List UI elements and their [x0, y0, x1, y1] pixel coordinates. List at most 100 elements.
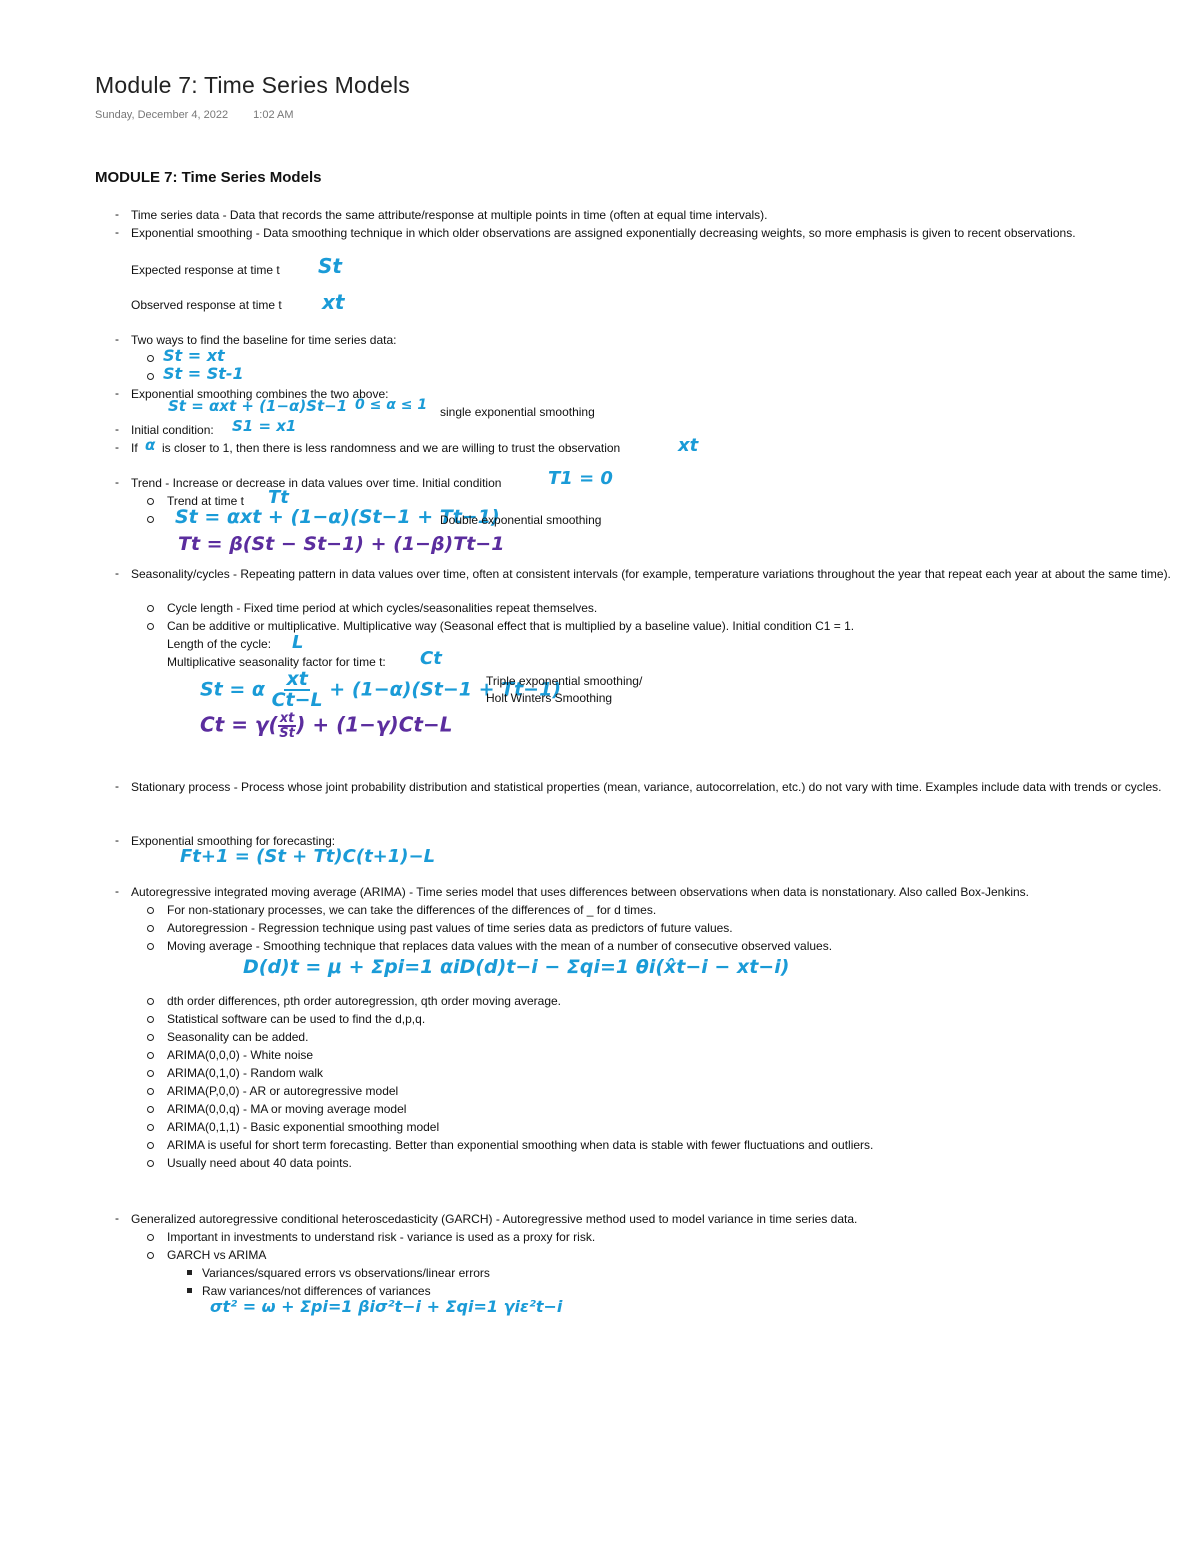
note-garch: Generalized autoregressive conditional h…	[131, 1212, 858, 1226]
bullet-circle	[147, 605, 154, 612]
bullet-circle	[147, 355, 154, 362]
arima-item: Moving average - Smoothing technique tha…	[167, 939, 833, 953]
bullet-dash: -	[115, 833, 119, 847]
bullet-square	[187, 1288, 192, 1293]
note-arima: Autoregressive integrated moving average…	[131, 885, 1030, 899]
bullet-dash: -	[115, 422, 119, 436]
bullet-circle	[147, 1106, 154, 1113]
bullet-square	[187, 1270, 192, 1275]
bullet-dash: -	[115, 566, 119, 580]
arima-item: ARIMA(P,0,0) - AR or autoregressive mode…	[167, 1084, 399, 1098]
triple-s-num: xt	[284, 668, 310, 691]
bullet-dash: -	[115, 440, 119, 454]
handwritten-xt-2: xt	[678, 435, 699, 456]
triple-c-num: xt	[277, 711, 297, 727]
arima-item: Autoregression - Regression technique us…	[167, 921, 733, 935]
if-rest: is closer to 1, then there is less rando…	[162, 441, 621, 455]
cycle-length: Cycle length - Fixed time period at whic…	[167, 601, 598, 615]
garch-important: Important in investments to understand r…	[167, 1230, 596, 1244]
handwritten-triple-c: Ct = γ( xt St ) + (1−γ)Ct−L	[200, 712, 452, 740]
observed-label: Observed response at time t	[131, 298, 282, 312]
triple-s-fraction: xt Ct−L	[272, 670, 323, 710]
arima-item: ARIMA(0,0,q) - MA or moving average mode…	[167, 1102, 407, 1116]
triple-c-den: St	[279, 726, 295, 741]
triple-c-part-b: ) + (1−γ)Ct−L	[296, 712, 453, 737]
bullet-circle	[147, 998, 154, 1005]
triple-label-1: Triple exponential smoothing/	[486, 674, 643, 688]
arima-item: ARIMA(0,0,0) - White noise	[167, 1048, 314, 1062]
bullet-circle	[147, 1088, 154, 1095]
handwritten-ct: Ct	[420, 648, 442, 669]
bullet-circle	[147, 1070, 154, 1077]
triple-s-part-a: St = α	[200, 678, 265, 701]
initial-label: Initial condition:	[131, 423, 214, 437]
arima-item: ARIMA(0,1,0) - Random walk	[167, 1066, 324, 1080]
handwritten-tt: Tt	[268, 487, 289, 508]
note-exp-smoothing: Exponential smoothing - Data smoothing t…	[131, 226, 1076, 240]
if-prefix: If	[131, 441, 138, 455]
expected-label: Expected response at time t	[131, 263, 280, 277]
bullet-circle	[147, 907, 154, 914]
handwritten-l: L	[292, 632, 304, 653]
bullet-dash: -	[115, 1211, 119, 1225]
bullet-dash: -	[115, 386, 119, 400]
bullet-dash: -	[115, 207, 119, 221]
handwritten-alpha: α	[145, 436, 156, 454]
handwritten-trend-init: T1 = 0	[548, 468, 613, 489]
bullet-circle	[147, 1142, 154, 1149]
arima-item: dth order differences, pth order autoreg…	[167, 994, 562, 1008]
note-seasonality: Seasonality/cycles - Repeating pattern i…	[131, 567, 1171, 581]
arima-item: For non-stationary processes, we can tak…	[167, 903, 657, 917]
bullet-dash: -	[115, 332, 119, 346]
arima-item: Statistical software can be used to find…	[167, 1012, 426, 1026]
bullet-dash: -	[115, 779, 119, 793]
bullet-circle	[147, 373, 154, 380]
arima-item: Usually need about 40 data points.	[167, 1156, 352, 1170]
handwritten-arima-formula: D(d)t = μ + Σpi=1 αiD(d)t−i − Σqi=1 θi(x…	[243, 956, 790, 978]
page-title: Module 7: Time Series Models	[95, 72, 410, 98]
bullet-circle	[147, 1252, 154, 1259]
arima-item: Seasonality can be added.	[167, 1030, 309, 1044]
bullet-circle	[147, 1160, 154, 1167]
bullet-circle	[147, 623, 154, 630]
double-label: Double exponential smoothing	[440, 513, 602, 527]
bullet-circle	[147, 516, 154, 523]
page-meta: Sunday, December 4, 2022 1:02 AM	[95, 109, 316, 121]
triple-c-part-a: Ct = γ(	[200, 712, 278, 737]
length-label: Length of the cycle:	[167, 637, 272, 651]
triple-s-den: Ct−L	[271, 689, 323, 711]
bullet-circle	[147, 1034, 154, 1041]
bullet-dash: -	[115, 884, 119, 898]
handwritten-st: St	[318, 254, 342, 278]
triple-c-fraction: xt St	[277, 711, 297, 741]
single-label: single exponential smoothing	[440, 405, 595, 419]
triple-label-2: Holt Winters Smoothing	[486, 691, 613, 705]
handwritten-forecast: Ft+1 = (St + Tt)C(t+1)−L	[180, 846, 436, 867]
bullet-circle	[147, 1016, 154, 1023]
page-date: Sunday, December 4, 2022	[95, 109, 229, 121]
handwritten-xt: xt	[322, 290, 345, 314]
bullet-circle	[147, 1124, 154, 1131]
bullet-circle	[147, 1052, 154, 1059]
handwritten-way1: St = xt	[163, 346, 225, 365]
handwritten-alpha-range: 0 ≤ α ≤ 1	[355, 397, 428, 413]
note-trend: Trend - Increase or decrease in data val…	[131, 476, 502, 490]
bullet-circle	[147, 498, 154, 505]
arima-item: ARIMA is useful for short term forecasti…	[167, 1138, 874, 1152]
handwritten-way2: St = St-1	[163, 364, 244, 383]
note-time-series: Time series data - Data that records the…	[131, 208, 768, 222]
bullet-circle	[147, 943, 154, 950]
bullet-circle	[147, 925, 154, 932]
handwritten-single-formula: St = αxt + (1−α)St−1	[168, 397, 348, 415]
handwritten-initial: S1 = x1	[232, 417, 297, 435]
additive-note: Can be additive or multiplicative. Multi…	[167, 619, 855, 633]
garch-sub-item: Variances/squared errors vs observations…	[202, 1266, 490, 1280]
bullet-dash: -	[115, 475, 119, 489]
bullet-dash: -	[115, 225, 119, 239]
handwritten-double-t: Tt = β(St − St−1) + (1−β)Tt−1	[178, 533, 505, 555]
section-heading: MODULE 7: Time Series Models	[95, 169, 322, 186]
note-stationary: Stationary process - Process whose joint…	[131, 780, 1162, 794]
bullet-circle	[147, 1234, 154, 1241]
mult-label: Multiplicative seasonality factor for ti…	[167, 655, 386, 669]
page-time: 1:02 AM	[253, 109, 294, 121]
